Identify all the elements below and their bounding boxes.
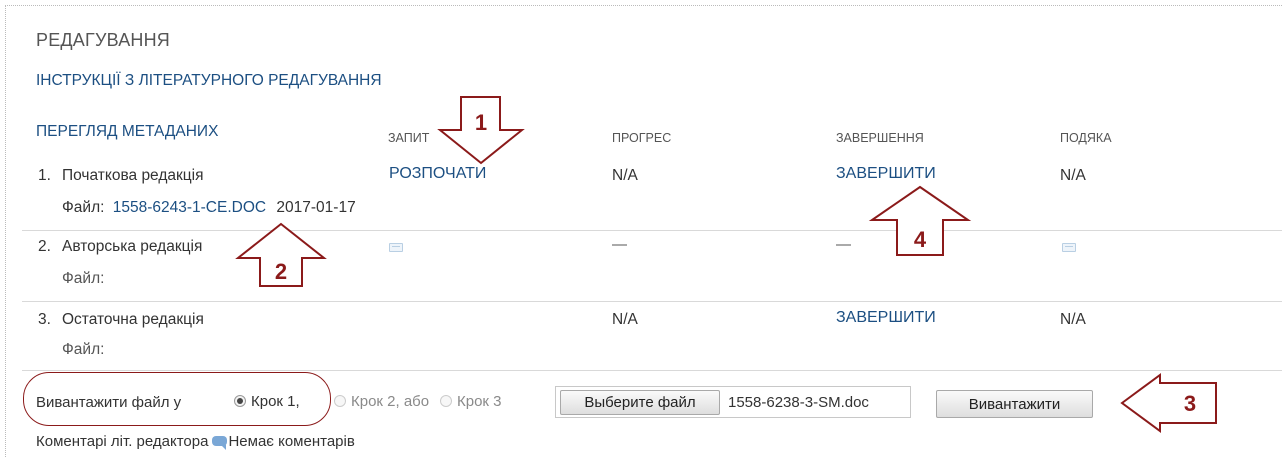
annotation-number-1: 1 [475, 110, 487, 135]
annotation-number-2: 2 [275, 259, 287, 284]
annotation-layer: 1 2 3 4 [235, 96, 1217, 433]
annotation-number-3: 3 [1184, 391, 1196, 416]
annotation-number-4: 4 [914, 227, 927, 252]
arrow-left-annotation [1120, 373, 1217, 433]
